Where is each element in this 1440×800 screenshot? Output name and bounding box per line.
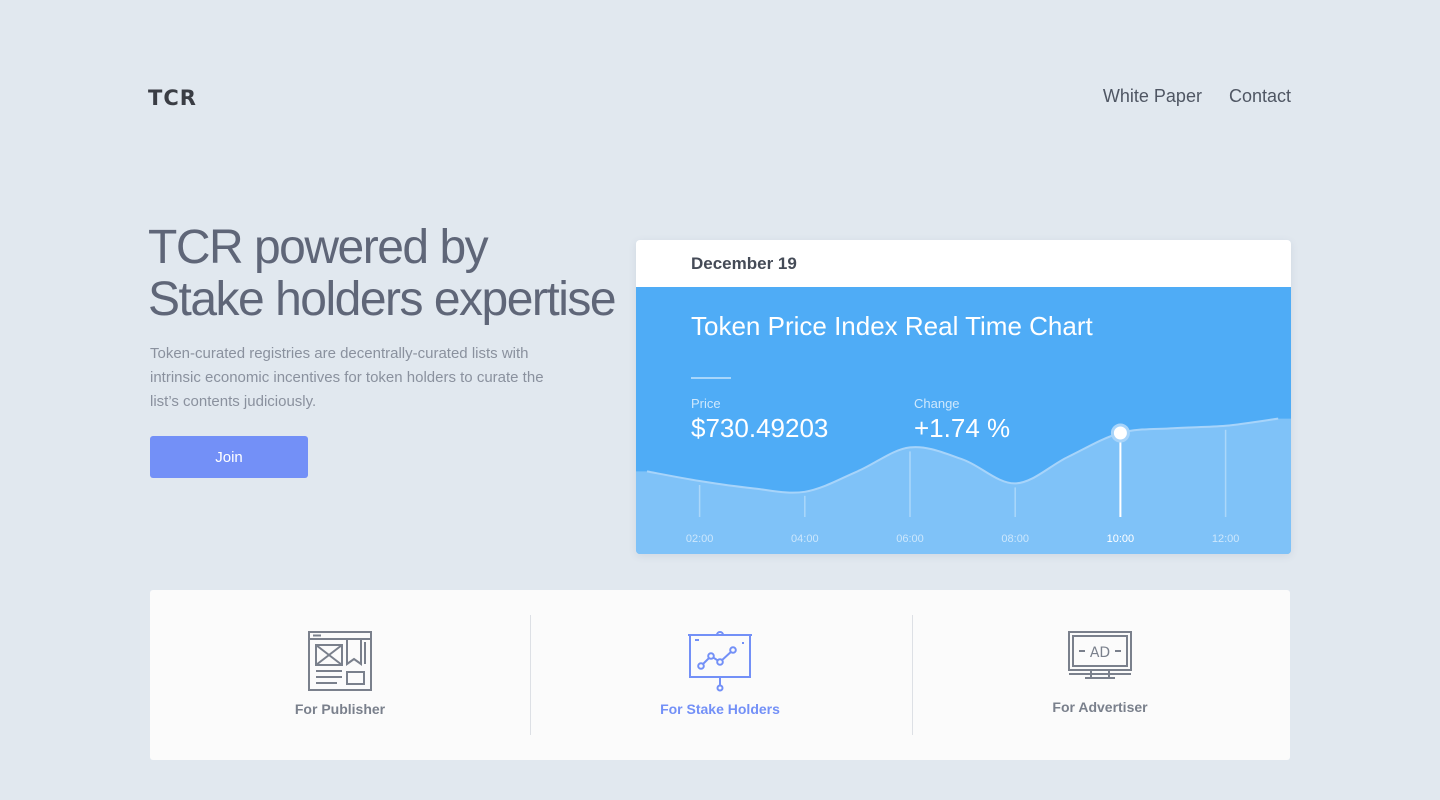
- price-value: $730.49203: [691, 413, 829, 443]
- x-tick-label: 12:00: [1212, 533, 1240, 545]
- feature-advertiser-label: For Advertiser: [1052, 699, 1148, 715]
- x-tick-label: 06:00: [896, 533, 924, 545]
- nav-white-paper-link[interactable]: White Paper: [1103, 86, 1202, 107]
- card-date: December 19: [691, 253, 797, 273]
- hero-title-line-2: Stake holders expertise: [148, 273, 617, 326]
- price-chart-card: December 19 02:00 04:00 06:00 08:00 10:00 12:…: [636, 240, 1291, 554]
- svg-text:AD: AD: [1090, 645, 1110, 661]
- advertiser-ad-screen-icon: AD: [1068, 631, 1132, 679]
- features-panel: For Publisher For Stake Holders AD For A…: [150, 590, 1290, 760]
- feature-stake-holders-label: For Stake Holders: [660, 701, 780, 717]
- change-value: +1.74 %: [914, 413, 1011, 443]
- hero-description: Token-curated registries are decentrally…: [150, 345, 544, 410]
- chart-title: Token Price Index Real Time Chart: [691, 311, 1093, 341]
- change-label: Change: [914, 396, 960, 411]
- hero-title-line-1: TCR powered by: [148, 221, 489, 274]
- card-header: December 19: [636, 240, 1291, 287]
- top-nav: White Paper Contact: [1103, 86, 1291, 107]
- feature-stake-holders[interactable]: For Stake Holders: [530, 590, 910, 760]
- hero-title: TCR powered by Stake holders expertise: [148, 221, 617, 326]
- feature-advertiser[interactable]: AD For Advertiser: [910, 590, 1290, 760]
- nav-contact-link[interactable]: Contact: [1229, 86, 1291, 107]
- title-underline: [691, 377, 731, 379]
- highlight-point[interactable]: [1110, 423, 1130, 443]
- logo[interactable]: TCR: [148, 86, 197, 110]
- x-tick-label: 04:00: [791, 533, 819, 545]
- price-label: Price: [691, 396, 721, 411]
- feature-publisher-label: For Publisher: [294, 701, 386, 717]
- stakeholder-chart-board-icon: [688, 631, 752, 692]
- x-tick-label: 10:00: [1107, 533, 1135, 545]
- card-chart-panel: 02:00 04:00 06:00 08:00 10:00 12:00 Token Pri…: [636, 287, 1291, 554]
- x-tick-label: 02:00: [686, 533, 714, 545]
- x-tick-label: 08:00: [1001, 533, 1029, 545]
- feature-publisher[interactable]: For Publisher: [150, 590, 530, 760]
- join-button[interactable]: Join: [150, 436, 308, 478]
- publisher-newspaper-icon: [308, 631, 372, 691]
